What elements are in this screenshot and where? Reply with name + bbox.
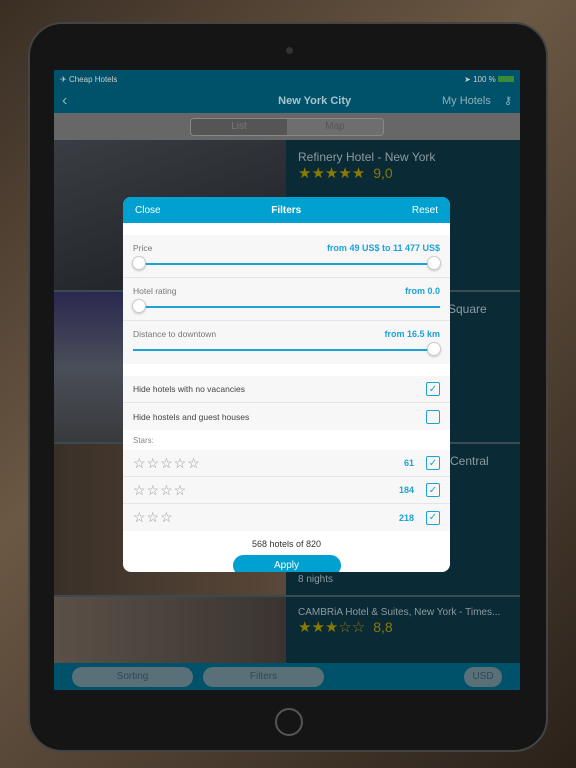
star-rating: ★★★☆☆ xyxy=(298,619,366,636)
stars-label: Stars: xyxy=(133,436,154,445)
filters-modal: Close Filters Reset Price from 49 US$ to … xyxy=(123,197,450,572)
star-rating: ★★★★★ xyxy=(298,165,366,182)
hotel-count: 218 xyxy=(398,512,414,523)
key-icon[interactable]: ⚷ xyxy=(504,95,512,107)
rating-value: from 0.0 xyxy=(404,286,440,296)
status-bar: ✈ Cheap Hotels ➤ 100 % xyxy=(54,70,520,88)
home-button[interactable] xyxy=(275,708,303,736)
hotel-count: 61 xyxy=(403,458,414,468)
option-label: Hide hostels and guest houses xyxy=(133,411,250,422)
results-summary: 568 hotels of 820 xyxy=(251,539,322,549)
apply-button[interactable]: Apply xyxy=(232,555,341,572)
hotel-name: Square xyxy=(448,302,487,316)
price-max-handle[interactable] xyxy=(427,256,441,270)
hostels-option[interactable]: Hide hostels and guest houses xyxy=(123,403,450,430)
checkbox-unchecked[interactable] xyxy=(426,409,440,424)
battery-icon xyxy=(498,76,514,83)
nav-bar: ‹ New York City My Hotels ⚷ xyxy=(54,88,520,113)
close-button[interactable]: Close xyxy=(135,205,161,216)
app-name: Cheap Hotels xyxy=(68,74,118,84)
star-icons: ☆☆☆ xyxy=(133,509,174,525)
hotel-score: 9,0 xyxy=(373,165,393,181)
star-filter-row[interactable]: ☆☆☆☆☆ 61 ✓ xyxy=(123,450,450,477)
hotel-row[interactable]: CAMBRiA Hotel & Suites, New York - Times… xyxy=(54,597,520,663)
rating-label: Hotel rating xyxy=(133,286,177,296)
price-min-handle[interactable] xyxy=(132,256,146,270)
checkbox-checked[interactable]: ✓ xyxy=(426,382,440,396)
location-icon: ➤ xyxy=(464,74,471,84)
nights: 8 nights xyxy=(298,574,334,585)
star-icons: ☆☆☆☆ xyxy=(133,481,188,498)
reset-button[interactable]: Reset xyxy=(412,205,438,216)
tab-list[interactable]: List xyxy=(191,118,287,135)
distance-value: from 16.5 km xyxy=(384,329,440,339)
star-filter-row[interactable]: ☆☆☆☆ 184 ✓ xyxy=(123,477,450,504)
back-icon[interactable]: ‹ xyxy=(62,92,67,110)
distance-label: Distance to downtown xyxy=(133,329,217,339)
price-value: from 49 US$ to 11 477 US$ xyxy=(326,243,440,253)
bottom-bar: Sorting Filters USD xyxy=(54,663,520,690)
distance-handle[interactable] xyxy=(427,342,441,356)
my-hotels-button[interactable]: My Hotels xyxy=(442,95,491,107)
hotel-score: 8,8 xyxy=(373,619,393,635)
checkbox-checked[interactable]: ✓ xyxy=(426,456,440,470)
rating-handle[interactable] xyxy=(132,299,146,313)
checkbox-checked[interactable]: ✓ xyxy=(426,510,440,525)
option-label: Hide hotels with no vacancies xyxy=(133,384,245,394)
star-filter-row[interactable]: ☆☆☆ 218 ✓ xyxy=(123,504,450,531)
checkbox-checked[interactable]: ✓ xyxy=(426,483,440,497)
hotel-count: 184 xyxy=(398,485,414,495)
filters-button[interactable]: Filters xyxy=(203,666,324,687)
currency-button[interactable]: USD xyxy=(464,666,502,687)
hotel-name: CAMBRiA Hotel & Suites, New York - Times… xyxy=(298,607,501,618)
sorting-button[interactable]: Sorting xyxy=(72,666,193,687)
distance-slider[interactable]: Distance to downtown from 16.5 km xyxy=(123,321,450,364)
rating-slider[interactable]: Hotel rating from 0.0 xyxy=(123,278,450,321)
view-segment: List Map xyxy=(190,117,384,136)
tab-map[interactable]: Map xyxy=(287,118,383,135)
star-icons: ☆☆☆☆☆ xyxy=(133,454,201,471)
price-slider[interactable]: Price from 49 US$ to 11 477 US$ xyxy=(123,235,450,278)
battery-text: 100 % xyxy=(473,74,496,84)
page-title: New York City xyxy=(278,94,352,107)
airplane-icon: ✈ xyxy=(60,74,67,84)
no-vacancies-option[interactable]: Hide hotels with no vacancies ✓ xyxy=(123,376,450,403)
price-label: Price xyxy=(133,243,153,253)
camera xyxy=(286,47,293,54)
modal-title: Filters xyxy=(271,204,302,216)
hotel-image xyxy=(54,597,286,663)
hotel-name: Central xyxy=(450,454,489,468)
hotel-name: Refinery Hotel - New York xyxy=(298,150,436,164)
